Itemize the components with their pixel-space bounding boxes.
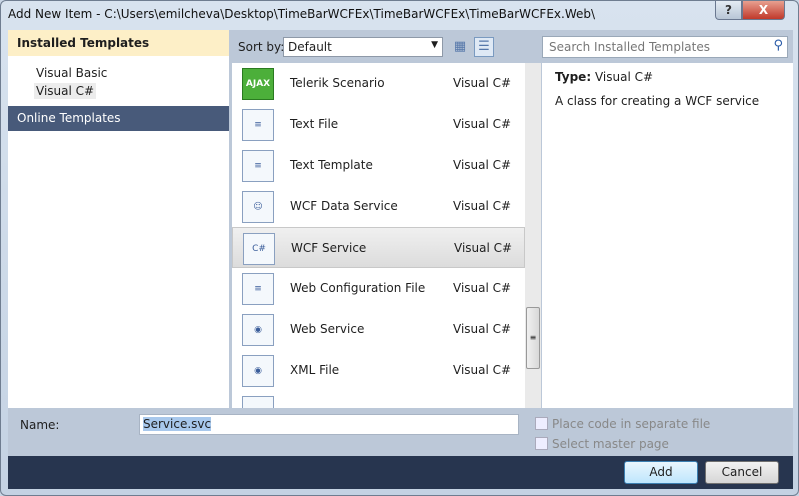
- name-label: Name:: [20, 418, 60, 432]
- template-name: Text Template: [290, 158, 373, 172]
- template-icon: ◉: [242, 314, 274, 346]
- search-input[interactable]: Search Installed Templates ⚲: [542, 36, 788, 58]
- template-language: Visual C#: [453, 322, 512, 336]
- template-name: XML File: [290, 363, 340, 377]
- type-info: Type: Visual C#: [555, 70, 653, 84]
- master-page-checkbox[interactable]: Select master page: [535, 437, 669, 451]
- template-language: Visual C#: [453, 199, 512, 213]
- category-visual-csharp[interactable]: Visual C#: [34, 83, 97, 99]
- name-input[interactable]: Service.svc: [139, 414, 519, 435]
- template-item[interactable]: ≡ Text File Visual C#: [232, 104, 525, 145]
- template-description: A class for creating a WCF service: [555, 94, 760, 108]
- template-name: WCF Service: [291, 241, 367, 255]
- list-scrollbar[interactable]: ≡: [525, 63, 541, 408]
- template-categories: Installed Templates Visual Basic Visual …: [8, 30, 229, 408]
- search-icon[interactable]: ⚲: [773, 38, 783, 53]
- chevron-down-icon: ▼: [431, 40, 438, 50]
- window-title: Add New Item - C:\Users\emilcheva\Deskto…: [8, 7, 596, 21]
- templates-pane: Sort by: Default ▼ ▦ ☰ AJAX Telerik Scenar…: [229, 30, 542, 408]
- online-templates-header[interactable]: Online Templates: [8, 106, 229, 131]
- separate-file-label: Place code in separate file: [552, 417, 711, 431]
- template-item[interactable]: C# WCF Service Visual C#: [232, 227, 525, 268]
- type-value: Visual C#: [594, 70, 654, 84]
- add-button[interactable]: Add: [624, 461, 698, 484]
- template-name: Web Configuration File: [290, 281, 426, 295]
- master-page-label: Select master page: [552, 437, 669, 451]
- template-language: Visual C#: [453, 76, 512, 90]
- help-button[interactable]: ?: [715, 1, 742, 20]
- template-icon: ☺: [242, 191, 274, 223]
- details-view-button[interactable]: ☰: [474, 37, 494, 57]
- template-language: Visual C#: [453, 281, 512, 295]
- template-name: Text File: [290, 117, 339, 131]
- name-value: Service.svc: [143, 417, 212, 431]
- template-icon: AJAX: [242, 68, 274, 100]
- template-icon: ≡: [242, 109, 274, 141]
- template-language: Visual C#: [453, 363, 512, 377]
- template-item[interactable]: ◉ Web Service Visual C#: [232, 309, 525, 350]
- template-name: Telerik Scenario: [290, 76, 385, 90]
- template-language: Visual C#: [453, 158, 512, 172]
- template-name: Web Service: [290, 322, 365, 336]
- template-icon: C#: [243, 233, 275, 265]
- template-icon: ◉: [242, 355, 274, 387]
- sort-value: Default: [288, 40, 332, 54]
- template-icon: ≡: [242, 150, 274, 182]
- search-placeholder: Search Installed Templates: [549, 40, 710, 54]
- sort-label: Sort by:: [238, 40, 285, 54]
- template-item[interactable]: ◉ XML File Visual C#: [232, 350, 525, 391]
- type-label: Type:: [555, 70, 592, 84]
- template-item[interactable]: AJAX Telerik Scenario Visual C#: [232, 63, 525, 104]
- template-item[interactable]: <>: [232, 391, 525, 408]
- category-visual-basic[interactable]: Visual Basic: [34, 65, 109, 81]
- template-icon: <>: [242, 396, 274, 408]
- name-area: Name: Service.svc Place code in separate…: [8, 408, 793, 456]
- template-language: Visual C#: [454, 241, 513, 255]
- installed-templates-header[interactable]: Installed Templates: [8, 30, 229, 56]
- sort-dropdown[interactable]: Default ▼: [283, 37, 443, 57]
- cancel-button[interactable]: Cancel: [705, 461, 779, 484]
- add-new-item-dialog: Add New Item - C:\Users\emilcheva\Deskto…: [0, 0, 799, 496]
- separate-file-checkbox[interactable]: Place code in separate file: [535, 417, 710, 431]
- template-list: AJAX Telerik Scenario Visual C# ≡ Text File V…: [232, 63, 525, 408]
- template-language: Visual C#: [453, 117, 512, 131]
- scrollbar-thumb[interactable]: ≡: [526, 307, 540, 369]
- template-icon: ≡: [242, 273, 274, 305]
- template-item[interactable]: ≡ Web Configuration File Visual C#: [232, 268, 525, 309]
- template-name: WCF Data Service: [290, 199, 398, 213]
- template-item[interactable]: ≡ Text Template Visual C#: [232, 145, 525, 186]
- button-bar: Add Cancel: [8, 456, 793, 489]
- template-item[interactable]: ☺ WCF Data Service Visual C#: [232, 186, 525, 227]
- close-button[interactable]: X: [742, 1, 785, 20]
- medium-icons-view-button[interactable]: ▦: [450, 37, 470, 57]
- details-pane: Search Installed Templates ⚲ Type: Visual…: [542, 30, 793, 408]
